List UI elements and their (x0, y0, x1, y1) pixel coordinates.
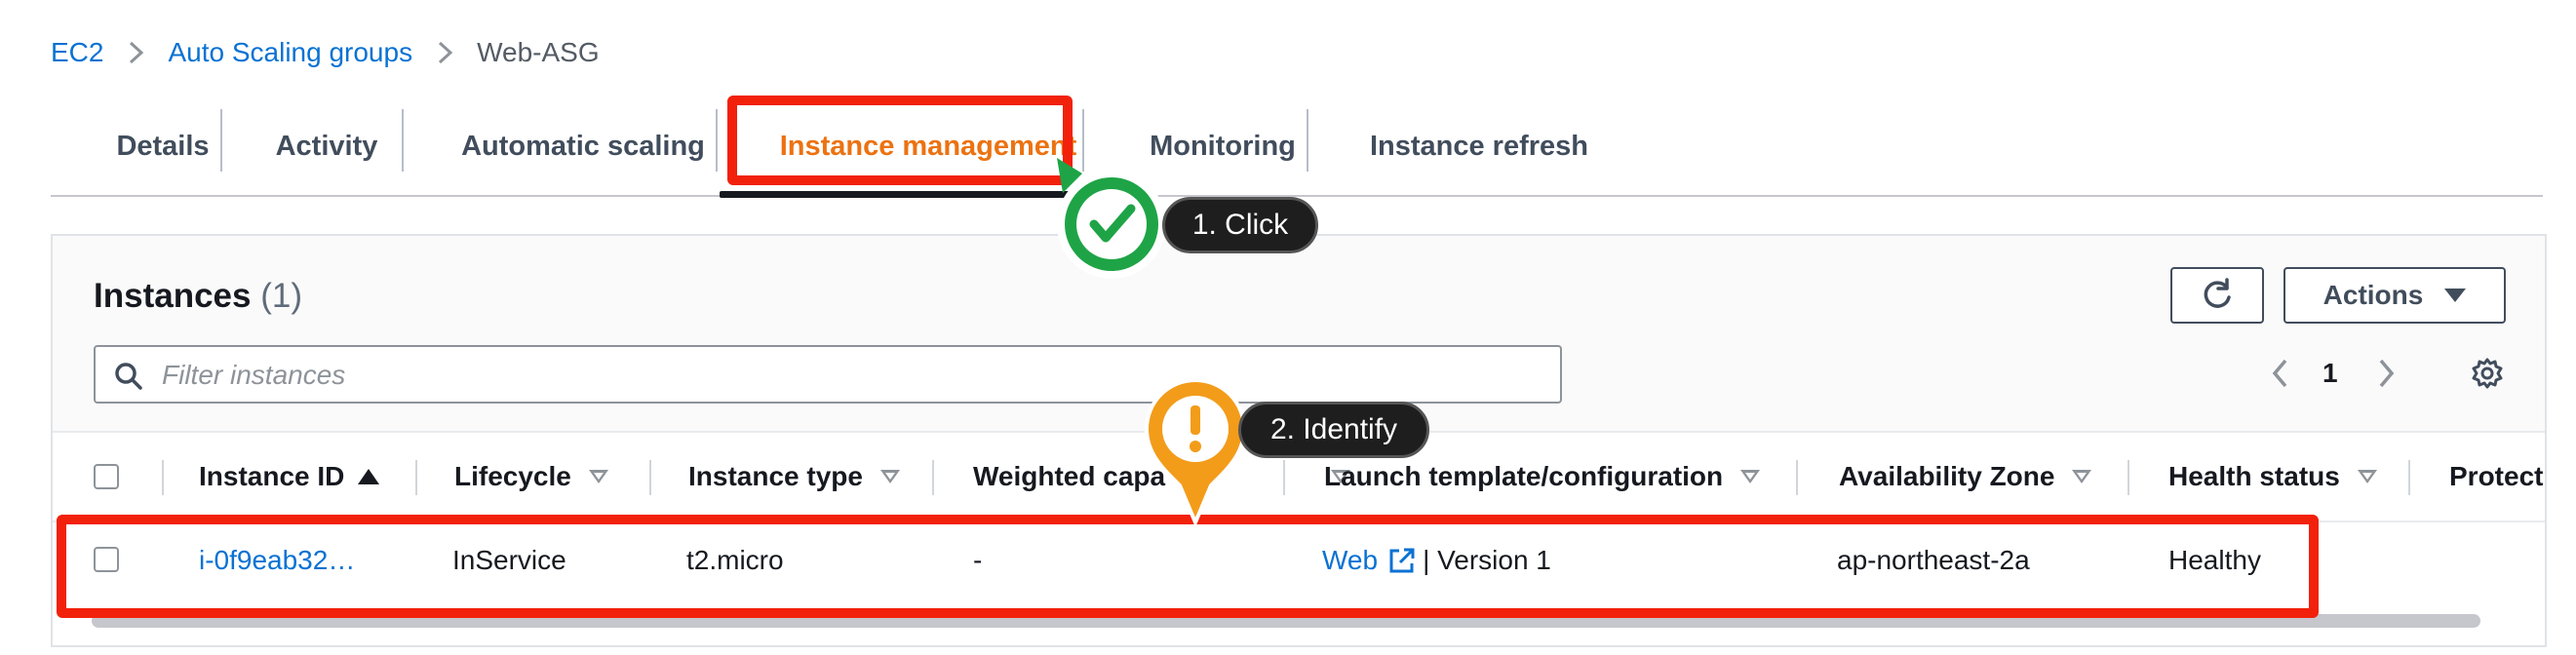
column-label: Health status (2168, 461, 2340, 491)
tab-divider (220, 109, 222, 172)
column-divider (1283, 460, 1285, 495)
search-icon (115, 363, 142, 390)
refresh-button[interactable] (2170, 267, 2264, 324)
column-header-instance-id[interactable]: Instance ID (199, 433, 380, 520)
step-1-callout: 1. Click (1162, 197, 1318, 253)
column-label: Instance ID (199, 461, 345, 491)
breadcrumb: EC2 Auto Scaling groups Web-ASG (51, 33, 600, 72)
select-all-checkbox[interactable] (94, 464, 119, 489)
column-label: Availability Zone (1839, 461, 2055, 491)
tab-activity[interactable]: Activity (252, 117, 402, 175)
sort-icon (2357, 470, 2377, 483)
actions-button[interactable]: Actions (2283, 267, 2506, 324)
sort-ascending-icon (358, 469, 380, 484)
chevron-right-icon (121, 33, 150, 72)
column-header-protected[interactable]: Protect (2449, 433, 2543, 520)
pagination-previous[interactable] (2264, 351, 2297, 396)
table-settings-button[interactable] (2467, 351, 2508, 396)
column-label: Instance type (688, 461, 863, 491)
column-header-health-status[interactable]: Health status (2168, 433, 2377, 520)
tab-details[interactable]: Details (94, 117, 232, 175)
column-label: Launch template/configuration (1324, 461, 1724, 491)
filter-instances-input[interactable] (160, 353, 1529, 398)
refresh-icon (2204, 278, 2231, 308)
column-divider (162, 460, 164, 495)
sort-icon (879, 470, 900, 483)
step-1-check-badge-icon (1057, 158, 1166, 279)
tab-divider (1307, 109, 1308, 172)
step-2-alert-badge-icon (1144, 377, 1247, 528)
chevron-left-icon (2272, 359, 2287, 388)
sort-icon (1740, 470, 1761, 483)
column-divider (2408, 460, 2410, 495)
tab-bar: Details Activity Automatic scaling Insta… (51, 103, 2543, 198)
instances-heading: Instances (1) (94, 277, 302, 316)
tab-automatic-scaling[interactable]: Automatic scaling (439, 117, 727, 175)
column-divider (1796, 460, 1798, 495)
column-label: Lifecycle (454, 461, 571, 491)
column-divider (2127, 460, 2129, 495)
instances-count: (1) (260, 277, 302, 315)
chevron-right-icon (2379, 359, 2395, 388)
caret-down-icon (2444, 289, 2467, 302)
breadcrumb-current-web-asg: Web-ASG (477, 37, 600, 67)
tab-divider (716, 109, 718, 172)
breadcrumb-ec2[interactable]: EC2 (51, 37, 103, 68)
instances-title: Instances (94, 277, 252, 315)
sort-icon (588, 470, 608, 483)
column-divider (932, 460, 934, 495)
highlight-instance-row (57, 515, 2319, 618)
tab-instance-refresh[interactable]: Instance refresh (1338, 117, 1620, 175)
sort-icon (2072, 470, 2092, 483)
highlight-instance-management-tab (727, 96, 1073, 185)
chevron-right-icon (430, 33, 459, 72)
column-divider (649, 460, 651, 495)
column-header-availability-zone[interactable]: Availability Zone (1839, 433, 2092, 520)
column-header-lifecycle[interactable]: Lifecycle (454, 433, 608, 520)
filter-field (94, 345, 1562, 404)
step-2-callout: 2. Identify (1238, 402, 1429, 458)
column-header-instance-type[interactable]: Instance type (688, 433, 900, 520)
column-divider (415, 460, 417, 495)
actions-label: Actions (2322, 280, 2424, 310)
column-label: Protect (2449, 461, 2544, 491)
pagination-page[interactable]: 1 (2322, 351, 2338, 396)
column-label: Weighted capa (973, 461, 1166, 491)
breadcrumb-auto-scaling-groups[interactable]: Auto Scaling groups (168, 37, 412, 68)
tab-divider (402, 109, 404, 172)
gear-icon (2472, 358, 2503, 389)
pagination-next[interactable] (2369, 351, 2402, 396)
